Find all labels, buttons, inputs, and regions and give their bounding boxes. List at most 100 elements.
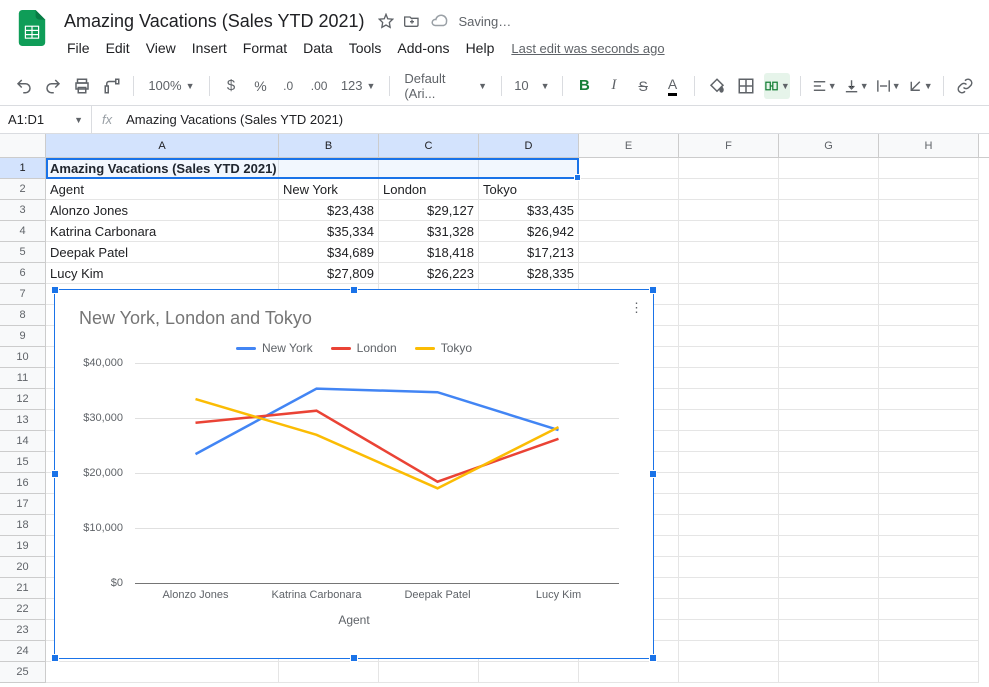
chart-menu-icon[interactable]: ⋮ <box>630 300 643 316</box>
cell[interactable] <box>679 347 779 368</box>
currency-icon[interactable]: $ <box>219 73 242 99</box>
cell[interactable] <box>679 620 779 641</box>
cell[interactable] <box>779 410 879 431</box>
row-header[interactable]: 20 <box>0 557 46 578</box>
row-header[interactable]: 7 <box>0 284 46 305</box>
cell[interactable] <box>879 263 979 284</box>
cell[interactable] <box>279 158 379 179</box>
increase-decimal-icon[interactable]: .00 <box>307 73 330 99</box>
cell[interactable] <box>679 221 779 242</box>
star-icon[interactable] <box>378 13 394 29</box>
col-header-g[interactable]: G <box>779 134 879 157</box>
cell[interactable] <box>679 242 779 263</box>
h-align-icon[interactable]: ▼ <box>811 73 837 99</box>
font-select[interactable]: Default (Ari...▼ <box>400 71 491 101</box>
cell[interactable] <box>679 410 779 431</box>
cell[interactable]: $34,689 <box>279 242 379 263</box>
bold-icon[interactable]: B <box>573 73 596 99</box>
col-header-c[interactable]: C <box>379 134 479 157</box>
row-header[interactable]: 22 <box>0 599 46 620</box>
row-header[interactable]: 16 <box>0 473 46 494</box>
cell[interactable]: $35,334 <box>279 221 379 242</box>
zoom-select[interactable]: 100%▼ <box>144 78 198 93</box>
cell[interactable] <box>879 452 979 473</box>
cell[interactable]: $26,942 <box>479 221 579 242</box>
cell[interactable]: Agent <box>46 179 279 200</box>
strikethrough-icon[interactable]: S <box>632 73 655 99</box>
row-header[interactable]: 4 <box>0 221 46 242</box>
cell[interactable] <box>679 284 779 305</box>
last-edit-link[interactable]: Last edit was seconds ago <box>511 41 664 56</box>
col-header-f[interactable]: F <box>679 134 779 157</box>
cell[interactable]: New York <box>279 179 379 200</box>
row-header[interactable]: 23 <box>0 620 46 641</box>
borders-icon[interactable] <box>734 73 757 99</box>
row-header[interactable]: 2 <box>0 179 46 200</box>
cell[interactable] <box>879 179 979 200</box>
cell[interactable] <box>779 179 879 200</box>
cell[interactable]: London <box>379 179 479 200</box>
cell[interactable] <box>679 452 779 473</box>
cell[interactable]: $27,809 <box>279 263 379 284</box>
cell[interactable] <box>879 221 979 242</box>
paint-format-icon[interactable] <box>100 73 123 99</box>
row-header[interactable]: 15 <box>0 452 46 473</box>
menu-view[interactable]: View <box>139 36 183 60</box>
cell[interactable] <box>679 179 779 200</box>
v-align-icon[interactable]: ▼ <box>843 73 869 99</box>
text-color-icon[interactable]: A <box>661 73 684 99</box>
decrease-decimal-icon[interactable]: .0 <box>278 73 301 99</box>
cell[interactable] <box>46 662 279 683</box>
cell[interactable] <box>779 368 879 389</box>
cell[interactable] <box>779 305 879 326</box>
row-header[interactable]: 10 <box>0 347 46 368</box>
cell[interactable] <box>679 158 779 179</box>
cell[interactable]: $26,223 <box>379 263 479 284</box>
cell[interactable]: $17,213 <box>479 242 579 263</box>
cell[interactable] <box>879 200 979 221</box>
doc-title[interactable]: Amazing Vacations (Sales YTD 2021) <box>60 9 368 34</box>
row-header[interactable]: 19 <box>0 536 46 557</box>
col-header-e[interactable]: E <box>579 134 679 157</box>
wrap-icon[interactable]: ▼ <box>875 73 901 99</box>
menu-addons[interactable]: Add-ons <box>390 36 456 60</box>
menu-tools[interactable]: Tools <box>342 36 389 60</box>
select-all-corner[interactable] <box>0 134 46 157</box>
embedded-chart[interactable]: ⋮ New York, London and Tokyo New YorkLon… <box>54 289 654 659</box>
col-header-b[interactable]: B <box>279 134 379 157</box>
cell[interactable] <box>779 347 879 368</box>
row-header[interactable]: 21 <box>0 578 46 599</box>
menu-help[interactable]: Help <box>459 36 502 60</box>
cell[interactable] <box>879 347 979 368</box>
cell[interactable] <box>379 158 479 179</box>
cell[interactable] <box>679 536 779 557</box>
more-formats-select[interactable]: 123▼ <box>337 78 380 93</box>
menu-format[interactable]: Format <box>236 36 294 60</box>
col-header-a[interactable]: A <box>46 134 279 157</box>
cell[interactable]: $29,127 <box>379 200 479 221</box>
cell[interactable] <box>579 263 679 284</box>
cell[interactable] <box>879 305 979 326</box>
cell[interactable] <box>779 326 879 347</box>
cell[interactable] <box>779 263 879 284</box>
print-icon[interactable] <box>71 73 94 99</box>
cell[interactable] <box>779 284 879 305</box>
cell[interactable] <box>879 578 979 599</box>
cell[interactable] <box>579 242 679 263</box>
cell[interactable] <box>779 620 879 641</box>
cell[interactable] <box>779 641 879 662</box>
cell[interactable] <box>679 641 779 662</box>
italic-icon[interactable]: I <box>602 73 625 99</box>
cell[interactable] <box>679 368 779 389</box>
cell[interactable]: $33,435 <box>479 200 579 221</box>
cell[interactable] <box>679 557 779 578</box>
cell[interactable] <box>679 578 779 599</box>
row-header[interactable]: 11 <box>0 368 46 389</box>
cell[interactable] <box>779 473 879 494</box>
formula-bar[interactable]: Amazing Vacations (Sales YTD 2021) <box>122 112 347 127</box>
cell[interactable] <box>679 494 779 515</box>
cell[interactable] <box>879 515 979 536</box>
cell[interactable] <box>579 200 679 221</box>
cell[interactable]: $23,438 <box>279 200 379 221</box>
menu-edit[interactable]: Edit <box>99 36 137 60</box>
